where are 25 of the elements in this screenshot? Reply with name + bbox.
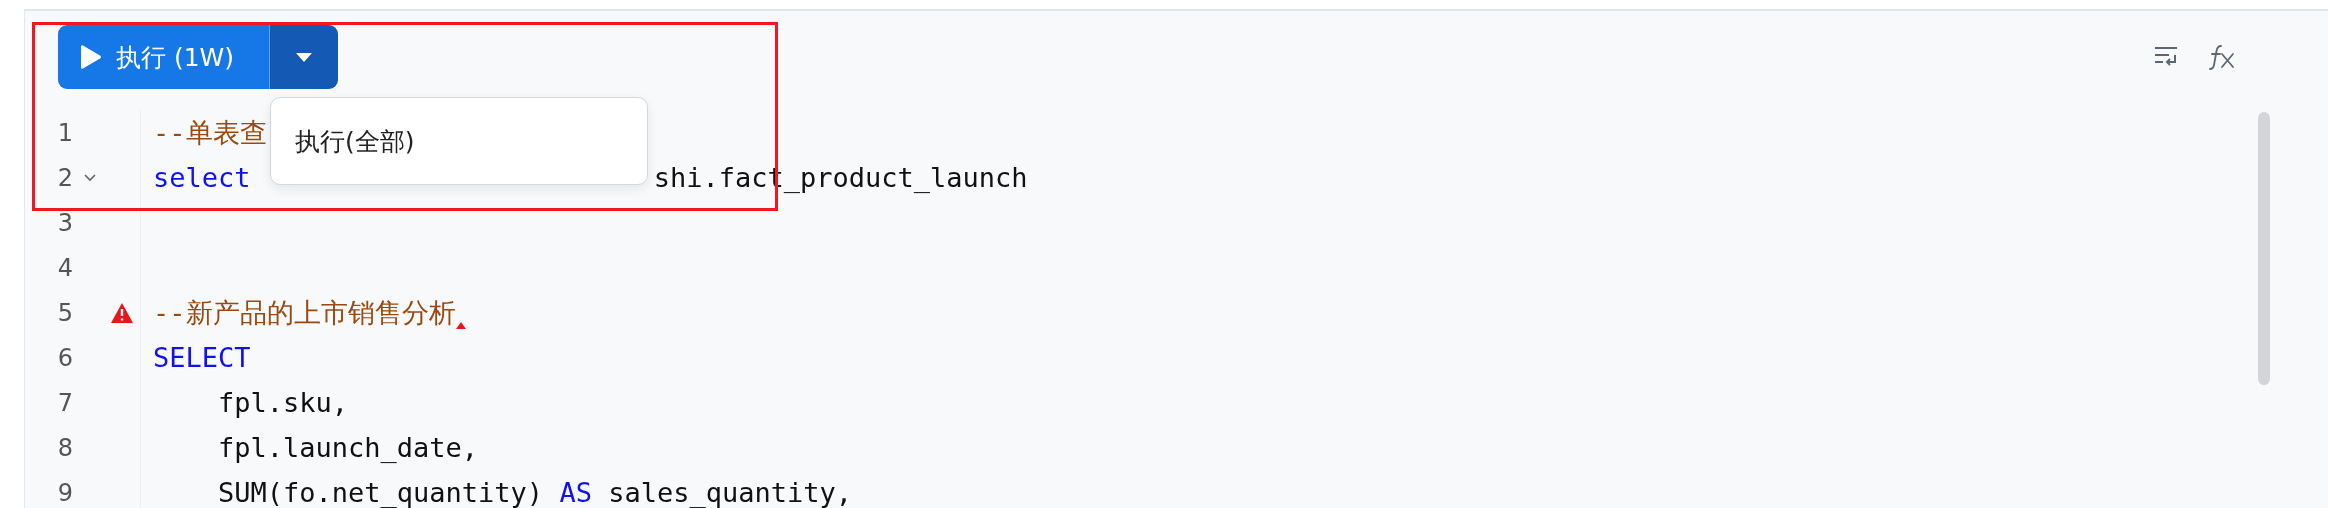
error-marker <box>455 322 466 329</box>
line-number: 3 <box>56 208 73 237</box>
line-number: 4 <box>56 253 73 282</box>
line-number: 6 <box>56 343 73 372</box>
line-number: 9 <box>56 478 73 507</box>
line-number: 8 <box>56 433 73 462</box>
chevron-icon[interactable] <box>84 173 96 182</box>
line-number: 2 <box>56 163 73 192</box>
code-line: fpl.sku, <box>217 386 349 420</box>
menu-item[interactable]: 执行(全部) <box>295 124 415 158</box>
line-number: 1 <box>56 118 73 147</box>
scrollbar[interactable] <box>2258 112 2270 385</box>
code-line: SUM(fo.net_quantity) AS sales_quantity, <box>217 476 852 508</box>
dropdown-button[interactable] <box>270 25 338 89</box>
line-number: 7 <box>56 388 73 417</box>
code-line: --单表查 <box>153 116 267 150</box>
code-line: fpl.launch_date, <box>217 431 479 465</box>
play-icon <box>80 44 102 70</box>
run-button[interactable]: 执行 (1W) <box>58 25 270 89</box>
code-line: --新产品的上市销售分析 <box>153 290 466 335</box>
wrap-icon[interactable] <box>2154 46 2178 68</box>
line-number: 5 <box>56 298 73 327</box>
code-line: SELECT <box>153 341 251 375</box>
formula-icon[interactable] <box>2208 44 2236 70</box>
caret-icon <box>296 52 312 62</box>
